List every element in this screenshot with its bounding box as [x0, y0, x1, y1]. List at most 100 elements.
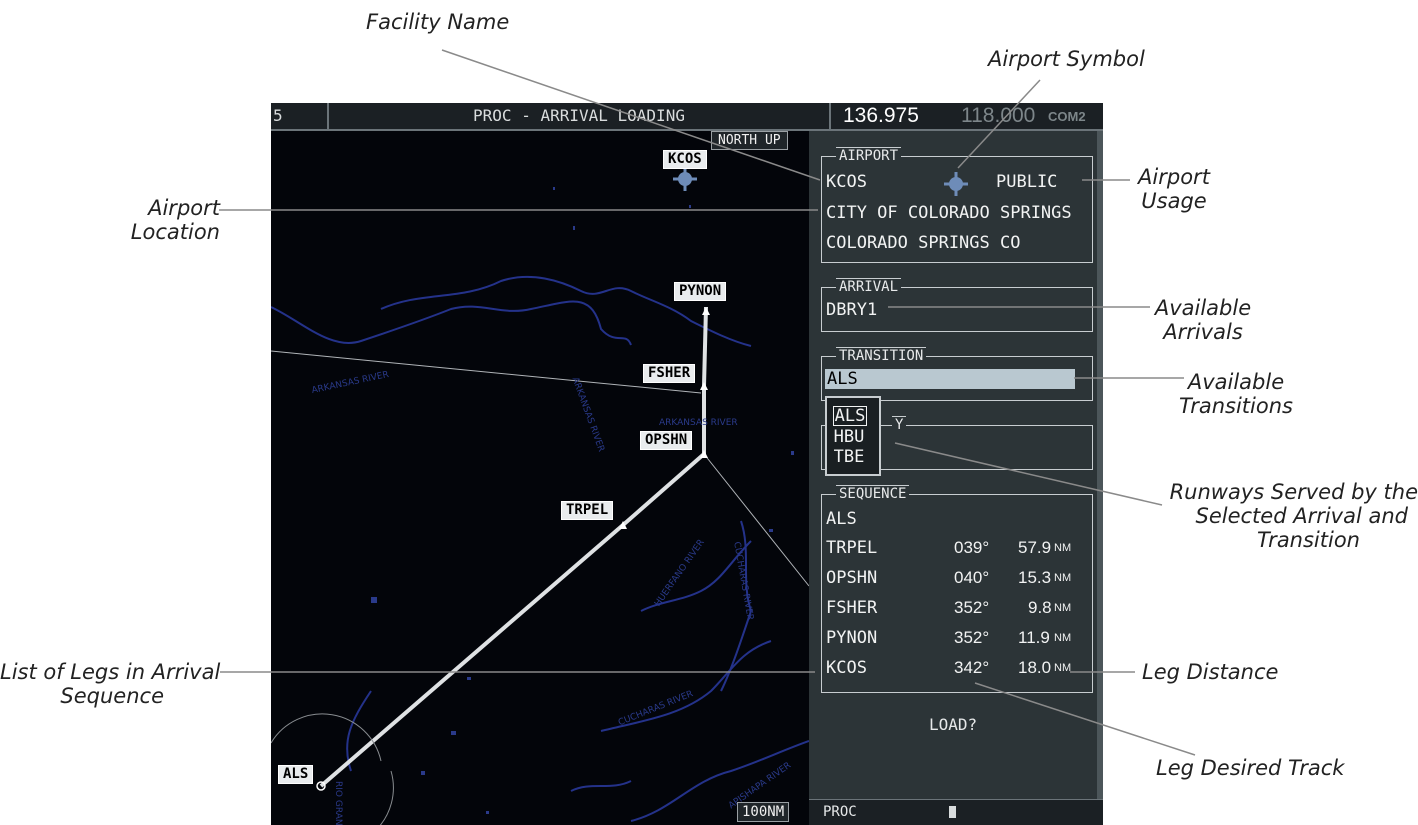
- leg-distance-unit: NM: [1054, 602, 1072, 614]
- load-button[interactable]: LOAD?: [929, 715, 977, 734]
- leg-dtk: 352°: [954, 598, 990, 617]
- sequence-start: ALS: [826, 509, 857, 529]
- leg-waypoint: FSHER: [826, 598, 878, 618]
- airport-ident[interactable]: KCOS: [826, 172, 867, 192]
- leg-distance-unit: NM: [1054, 572, 1072, 584]
- waypoint-label-kcos[interactable]: KCOS: [663, 150, 707, 169]
- navigation-map[interactable]: ARKANSAS RIVER ARKANSAS RIVER ARKANSAS R…: [271, 131, 809, 825]
- top-bar-divider-right: [829, 103, 831, 129]
- callout-list-of-legs: List of Legs in Arrival Sequence: [0, 660, 220, 708]
- callout-runways-served-line2: Selected Arrival and: [1195, 504, 1409, 528]
- panel-footer: PROC: [809, 799, 1103, 825]
- sequence-leg-row: KCOS 342° 18.0 NM: [822, 658, 1092, 684]
- sequence-leg-row: PYNON 352° 11.9 NM: [822, 628, 1092, 654]
- sequence-leg-row: OPSHN 040° 15.3 NM: [822, 568, 1092, 594]
- sequence-leg-row: FSHER 352° 9.8 NM: [822, 598, 1092, 624]
- airport-usage: PUBLIC: [996, 172, 1058, 192]
- leg-trpel-opshn: [621, 452, 706, 527]
- sequence-box-title: SEQUENCE: [836, 485, 910, 502]
- sequence-leg-row: TRPEL 039° 57.9 NM: [822, 538, 1092, 564]
- transition-dropdown[interactable]: ALS HBU TBE: [825, 396, 881, 476]
- runway-box-title: Y: [892, 416, 907, 433]
- leg-waypoint: KCOS: [826, 658, 867, 678]
- river-label-arkansas-east: ARKANSAS RIVER: [659, 418, 738, 428]
- footer-label: PROC: [823, 804, 857, 820]
- callout-runways-served-line1: Runways Served by the: [1169, 480, 1418, 504]
- sequence-box: SEQUENCE ALS TRPEL 039° 57.9 NM OPSHN 04…: [821, 485, 1093, 693]
- leg-distance: 15.3: [1018, 568, 1052, 587]
- callout-airport-usage: Airport Usage: [1126, 165, 1222, 213]
- callout-available-arrivals: Available Arrivals: [1148, 296, 1258, 344]
- map-graphics: [271, 167, 809, 825]
- airway-line-southeast: [703, 453, 809, 587]
- arrival-box-title: ARRIVAL: [836, 278, 902, 295]
- river-arkansas-west: [271, 300, 632, 346]
- callout-available-arrivals-line2: Arrivals: [1163, 320, 1243, 344]
- callout-available-transitions-line2: Transitions: [1179, 394, 1293, 418]
- callout-airport-symbol: Airport Symbol: [988, 47, 1145, 71]
- leg-waypoint: TRPEL: [826, 538, 878, 558]
- callout-available-arrivals-line1: Available: [1154, 296, 1252, 320]
- callout-available-transitions: Available Transitions: [1178, 370, 1294, 418]
- map-range[interactable]: 100NM: [737, 802, 790, 822]
- transition-selected-value: ALS: [827, 369, 858, 389]
- waypoint-label-fsher[interactable]: FSHER: [643, 364, 696, 383]
- panel-right-edge: [1097, 131, 1103, 799]
- callout-airport-usage-line2: Usage: [1141, 189, 1207, 213]
- callout-airport-location: Airport Location: [120, 196, 220, 244]
- waypoint-label-pynon[interactable]: PYNON: [674, 282, 727, 301]
- callout-leg-desired-track: Leg Desired Track: [1156, 756, 1345, 780]
- callout-airport-location-line2: Location: [130, 220, 220, 244]
- leg-dtk: 039°: [954, 538, 990, 557]
- leg-distance: 18.0: [1018, 658, 1052, 677]
- waypoint-label-als[interactable]: ALS: [278, 765, 314, 784]
- leg-als-trpel: [319, 523, 625, 788]
- standby-frequency[interactable]: 118.000: [961, 104, 1035, 128]
- footer-cursor-block: [949, 806, 956, 818]
- com-label: COM2: [1048, 109, 1086, 124]
- leg-waypoint: OPSHN: [826, 568, 878, 588]
- callout-runways-served: Runways Served by the Selected Arrival a…: [1110, 480, 1418, 552]
- waypoint-label-opshn[interactable]: OPSHN: [640, 431, 693, 450]
- procedure-panel: AIRPORT KCOS PUBLIC CITY OF COLORADO SPR…: [809, 131, 1103, 825]
- river-label-rio-grande: RIO GRAND: [333, 781, 343, 825]
- map-orientation[interactable]: NORTH UP: [711, 131, 788, 150]
- leg-distance: 11.9: [1018, 628, 1050, 647]
- river-south: [570, 780, 632, 792]
- transition-box: TRANSITION ALS: [821, 347, 1093, 401]
- page-title: PROC - ARRIVAL LOADING: [473, 106, 685, 125]
- callout-runways-served-line3: Transition: [1256, 528, 1360, 552]
- kcos-airport-symbol-map: [673, 167, 697, 191]
- callout-facility-name: Facility Name: [366, 10, 510, 34]
- airport-box: AIRPORT KCOS PUBLIC CITY OF COLORADO SPR…: [821, 147, 1093, 263]
- airport-name: CITY OF COLORADO SPRINGS: [826, 203, 1072, 223]
- transition-box-title: TRANSITION: [836, 347, 927, 364]
- transition-option-als[interactable]: ALS: [833, 406, 867, 426]
- leg-dtk: 342°: [954, 658, 990, 677]
- leg-distance-unit: NM: [1054, 632, 1072, 644]
- leg-waypoint: PYNON: [826, 628, 878, 648]
- leg-dtk: 352°: [954, 628, 990, 647]
- transition-selected-field[interactable]: ALS: [825, 369, 1075, 389]
- arrival-box: ARRIVAL DBRY1: [821, 278, 1093, 332]
- top-bar: 5 PROC - ARRIVAL LOADING 136.975 118.000…: [271, 103, 1103, 131]
- transition-option-hbu[interactable]: HBU: [833, 428, 865, 446]
- top-bar-left-fragment: 5: [273, 106, 283, 125]
- waypoint-label-trpel[interactable]: TRPEL: [561, 501, 614, 520]
- callout-airport-location-line1: Airport: [148, 196, 220, 220]
- callout-list-of-legs-line2: Sequence: [60, 684, 164, 708]
- callout-available-transitions-line1: Available: [1187, 370, 1285, 394]
- arrival-value[interactable]: DBRY1: [826, 300, 877, 320]
- callout-leg-distance: Leg Distance: [1142, 660, 1279, 684]
- callout-list-of-legs-line1: List of Legs in Arrival: [0, 660, 221, 684]
- active-frequency[interactable]: 136.975: [843, 104, 919, 128]
- leg-distance: 57.9: [1018, 538, 1052, 557]
- airport-symbol-icon: [944, 172, 968, 196]
- mfd-screen: 5 PROC - ARRIVAL LOADING 136.975 118.000…: [271, 103, 1103, 825]
- leg-dtk: 040°: [954, 568, 990, 587]
- airport-location: COLORADO SPRINGS CO: [826, 233, 1021, 253]
- transition-option-tbe[interactable]: TBE: [833, 448, 865, 466]
- leg-fsher-pynon: [702, 306, 708, 387]
- callout-airport-usage-line1: Airport: [1138, 165, 1210, 189]
- leg-distance: 9.8: [1028, 598, 1052, 617]
